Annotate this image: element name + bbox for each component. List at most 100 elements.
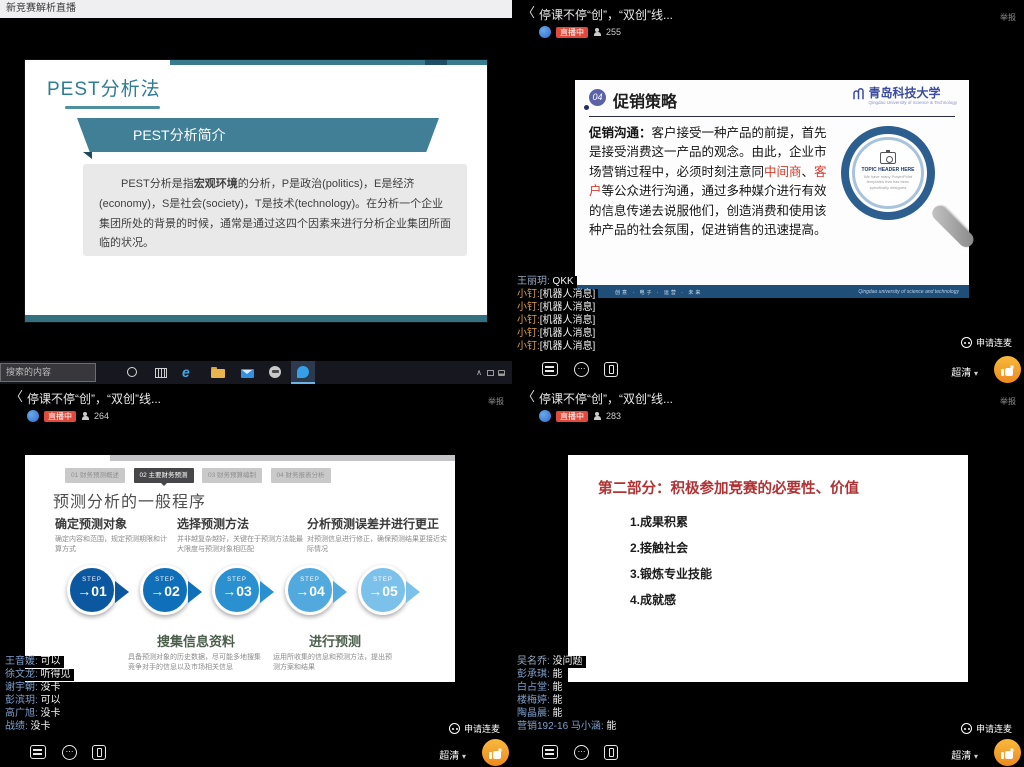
report-link[interactable]: 举报 (1000, 396, 1016, 407)
stream-title: 停课不停“创”，“双创”线... (539, 6, 673, 23)
top-columns: 确定预测对象 确定内容和范围，规定预测期限和计算方式 选择预测方法 并非越复杂越… (25, 515, 455, 561)
chat-message[interactable]: 彭滨玥: 可以 (2, 695, 64, 707)
red-packet-icon[interactable] (604, 362, 618, 377)
chat-message[interactable]: 小钉:[机器人消息] (514, 289, 598, 301)
caret-down-icon: ▾ (974, 369, 978, 378)
quality-selector[interactable]: 超清 ▾ (951, 747, 978, 762)
window-title: 新竞赛解析直播 (0, 0, 512, 18)
chat-text: 能 (604, 721, 617, 732)
like-button[interactable] (482, 739, 509, 766)
stream-bottom-bar: ⋯ 超清 ▾ (512, 739, 1024, 767)
edge-browser-icon[interactable]: e (182, 364, 190, 380)
chat-sender: 陶晶晨: (517, 708, 550, 719)
slide-tab: 04 财务报表分析 (271, 468, 331, 483)
university-name-en: Qingdao University of Science & Technolo… (869, 100, 957, 106)
chat-message[interactable]: 小钉:[机器人消息] (514, 328, 598, 340)
chat-message[interactable]: 营销192-16 马小涵: 能 (514, 721, 619, 733)
chat-message[interactable]: 小钉:[机器人消息] (514, 341, 598, 353)
chat-message[interactable]: 谢宇朝: 没卡 (2, 682, 64, 694)
windows-taskbar: 搜索的内容 e ∧ (0, 361, 512, 384)
tray-chevron-icon[interactable]: ∧ (476, 368, 484, 377)
network-icon[interactable] (487, 370, 494, 376)
slide-contest: 第二部分：积极参加竞赛的必要性、价值 1.成果积累 2.接触社会 3.锻炼专业技… (568, 455, 968, 682)
cortana-icon[interactable] (127, 367, 137, 377)
back-button[interactable]: 〈 (522, 6, 535, 20)
chat-message[interactable]: 陶晶晨: 能 (514, 708, 566, 720)
dingtalk-contact-icon[interactable] (269, 366, 281, 378)
step-number: →02 (143, 583, 187, 599)
chat-sender: 小钉: (517, 289, 540, 300)
report-link[interactable]: 举报 (1000, 12, 1016, 23)
volume-icon[interactable] (498, 370, 505, 376)
chat-message[interactable]: 战绩: 没卡 (2, 721, 54, 733)
chat-text: 没问题 (550, 656, 583, 667)
chat-message[interactable]: 彭承琪: 能 (514, 669, 566, 681)
danmaku-toggle-icon[interactable] (542, 362, 558, 376)
viewers-icon (81, 412, 89, 421)
live-badge: 直播中 (556, 27, 588, 38)
footer-university-en: Qingdao university of science and techno… (858, 289, 959, 295)
slide-promo: 04 促销策略 青岛科技大学 Qingdao University of Sci… (575, 80, 969, 298)
chat-message[interactable]: 小钉:[机器人消息] (514, 302, 598, 314)
danmaku-toggle-icon[interactable] (542, 745, 558, 759)
request-mic-button[interactable]: 申请连麦 (961, 722, 1012, 735)
live-badge: 直播中 (556, 411, 588, 422)
viewers-icon (593, 412, 601, 421)
chat-message[interactable]: 王音媛: 可以 (2, 656, 64, 668)
step-circle: STEP →01 (67, 565, 117, 615)
pest-body-text: PEST分析是指宏观环境的分析，P是政治(politics)，E是经济(econ… (99, 175, 451, 254)
taskbar-search-input[interactable]: 搜索的内容 (0, 363, 96, 382)
back-button[interactable]: 〈 (522, 390, 535, 404)
red-packet-icon[interactable] (604, 745, 618, 760)
request-mic-button[interactable]: 申请连麦 (449, 722, 500, 735)
chat-sender: 彭滨玥: (5, 695, 38, 706)
bottom-columns: 搜集信息资料 具备预测对象的历史数据，尽可能多地搜集竞争对手的信息以及市场相关信… (25, 631, 455, 681)
university-logo-icon (851, 86, 866, 102)
like-button[interactable] (994, 356, 1021, 383)
chat-message[interactable]: 小钉:[机器人消息] (514, 315, 598, 327)
chat-message[interactable]: 白占堂: 能 (514, 682, 566, 694)
chat-text: 听得见 (38, 669, 71, 680)
slide-top-stripe (110, 455, 455, 461)
process-column: 搜集信息资料 具备预测对象的历史数据，尽可能多地搜集竞争对手的信息以及市场相关信… (120, 631, 272, 673)
chat-text: [机器人消息] (540, 315, 596, 326)
report-link[interactable]: 举报 (488, 396, 504, 407)
quality-selector[interactable]: 超清 ▾ (439, 747, 466, 762)
active-app-icon[interactable] (291, 361, 315, 384)
danmaku-toggle-icon[interactable] (30, 745, 46, 759)
contest-benefit-item: 1.成果积累 (630, 513, 712, 530)
file-explorer-icon[interactable] (211, 369, 225, 378)
chat-bubble-icon[interactable]: ⋯ (62, 745, 77, 760)
stream-bottom-bar: ⋯ 超清 ▾ (0, 739, 512, 767)
chat-sender: 彭承琪: (517, 669, 550, 680)
back-button[interactable]: 〈 (10, 390, 23, 404)
magnifier-subtext: We have many PowerPoint templates that h… (861, 174, 915, 190)
stream-title: 停课不停“创”，“双创”线... (27, 390, 161, 407)
step-number: →05 (361, 583, 405, 599)
chat-message[interactable]: 徐文龙: 听得见 (2, 669, 74, 681)
chat-message[interactable]: 高广旭: 没卡 (2, 708, 64, 720)
chat-text: [机器人消息] (540, 302, 596, 313)
chat-sender: 徐文龙: (5, 669, 38, 680)
step-circle: STEP →05 (358, 565, 408, 615)
red-packet-icon[interactable] (92, 745, 106, 760)
connect-mic-icon (961, 723, 972, 734)
slide-number-badge: 04 (589, 89, 606, 106)
task-view-icon[interactable] (155, 368, 167, 378)
quality-selector[interactable]: 超清 ▾ (951, 364, 978, 379)
magnifier-heading: TOPIC HEADER HERE (862, 167, 915, 173)
chat-sender: 小钉: (517, 315, 540, 326)
chat-message[interactable]: 吴名乔: 没问题 (514, 656, 586, 668)
chat-bubble-icon[interactable]: ⋯ (574, 362, 589, 377)
process-column: 进行预测 运用所收集的信息和预测方法，提出预测方案和结果 (265, 631, 405, 673)
chat-bubble-icon[interactable]: ⋯ (574, 745, 589, 760)
request-mic-button[interactable]: 申请连麦 (961, 336, 1012, 349)
mail-icon[interactable] (241, 369, 254, 378)
chat-message[interactable]: 楼梅婷: 能 (514, 695, 566, 707)
chat-message[interactable]: 王丽玥: QKK (514, 276, 577, 288)
chat-text: [机器人消息] (540, 328, 596, 339)
like-button[interactable] (994, 739, 1021, 766)
slide-tab: 02 主要财务预测 (134, 468, 194, 483)
slide-tab: 01 财务预测概述 (65, 468, 125, 483)
magnifier-lens: TOPIC HEADER HERE We have many PowerPoin… (852, 137, 924, 209)
